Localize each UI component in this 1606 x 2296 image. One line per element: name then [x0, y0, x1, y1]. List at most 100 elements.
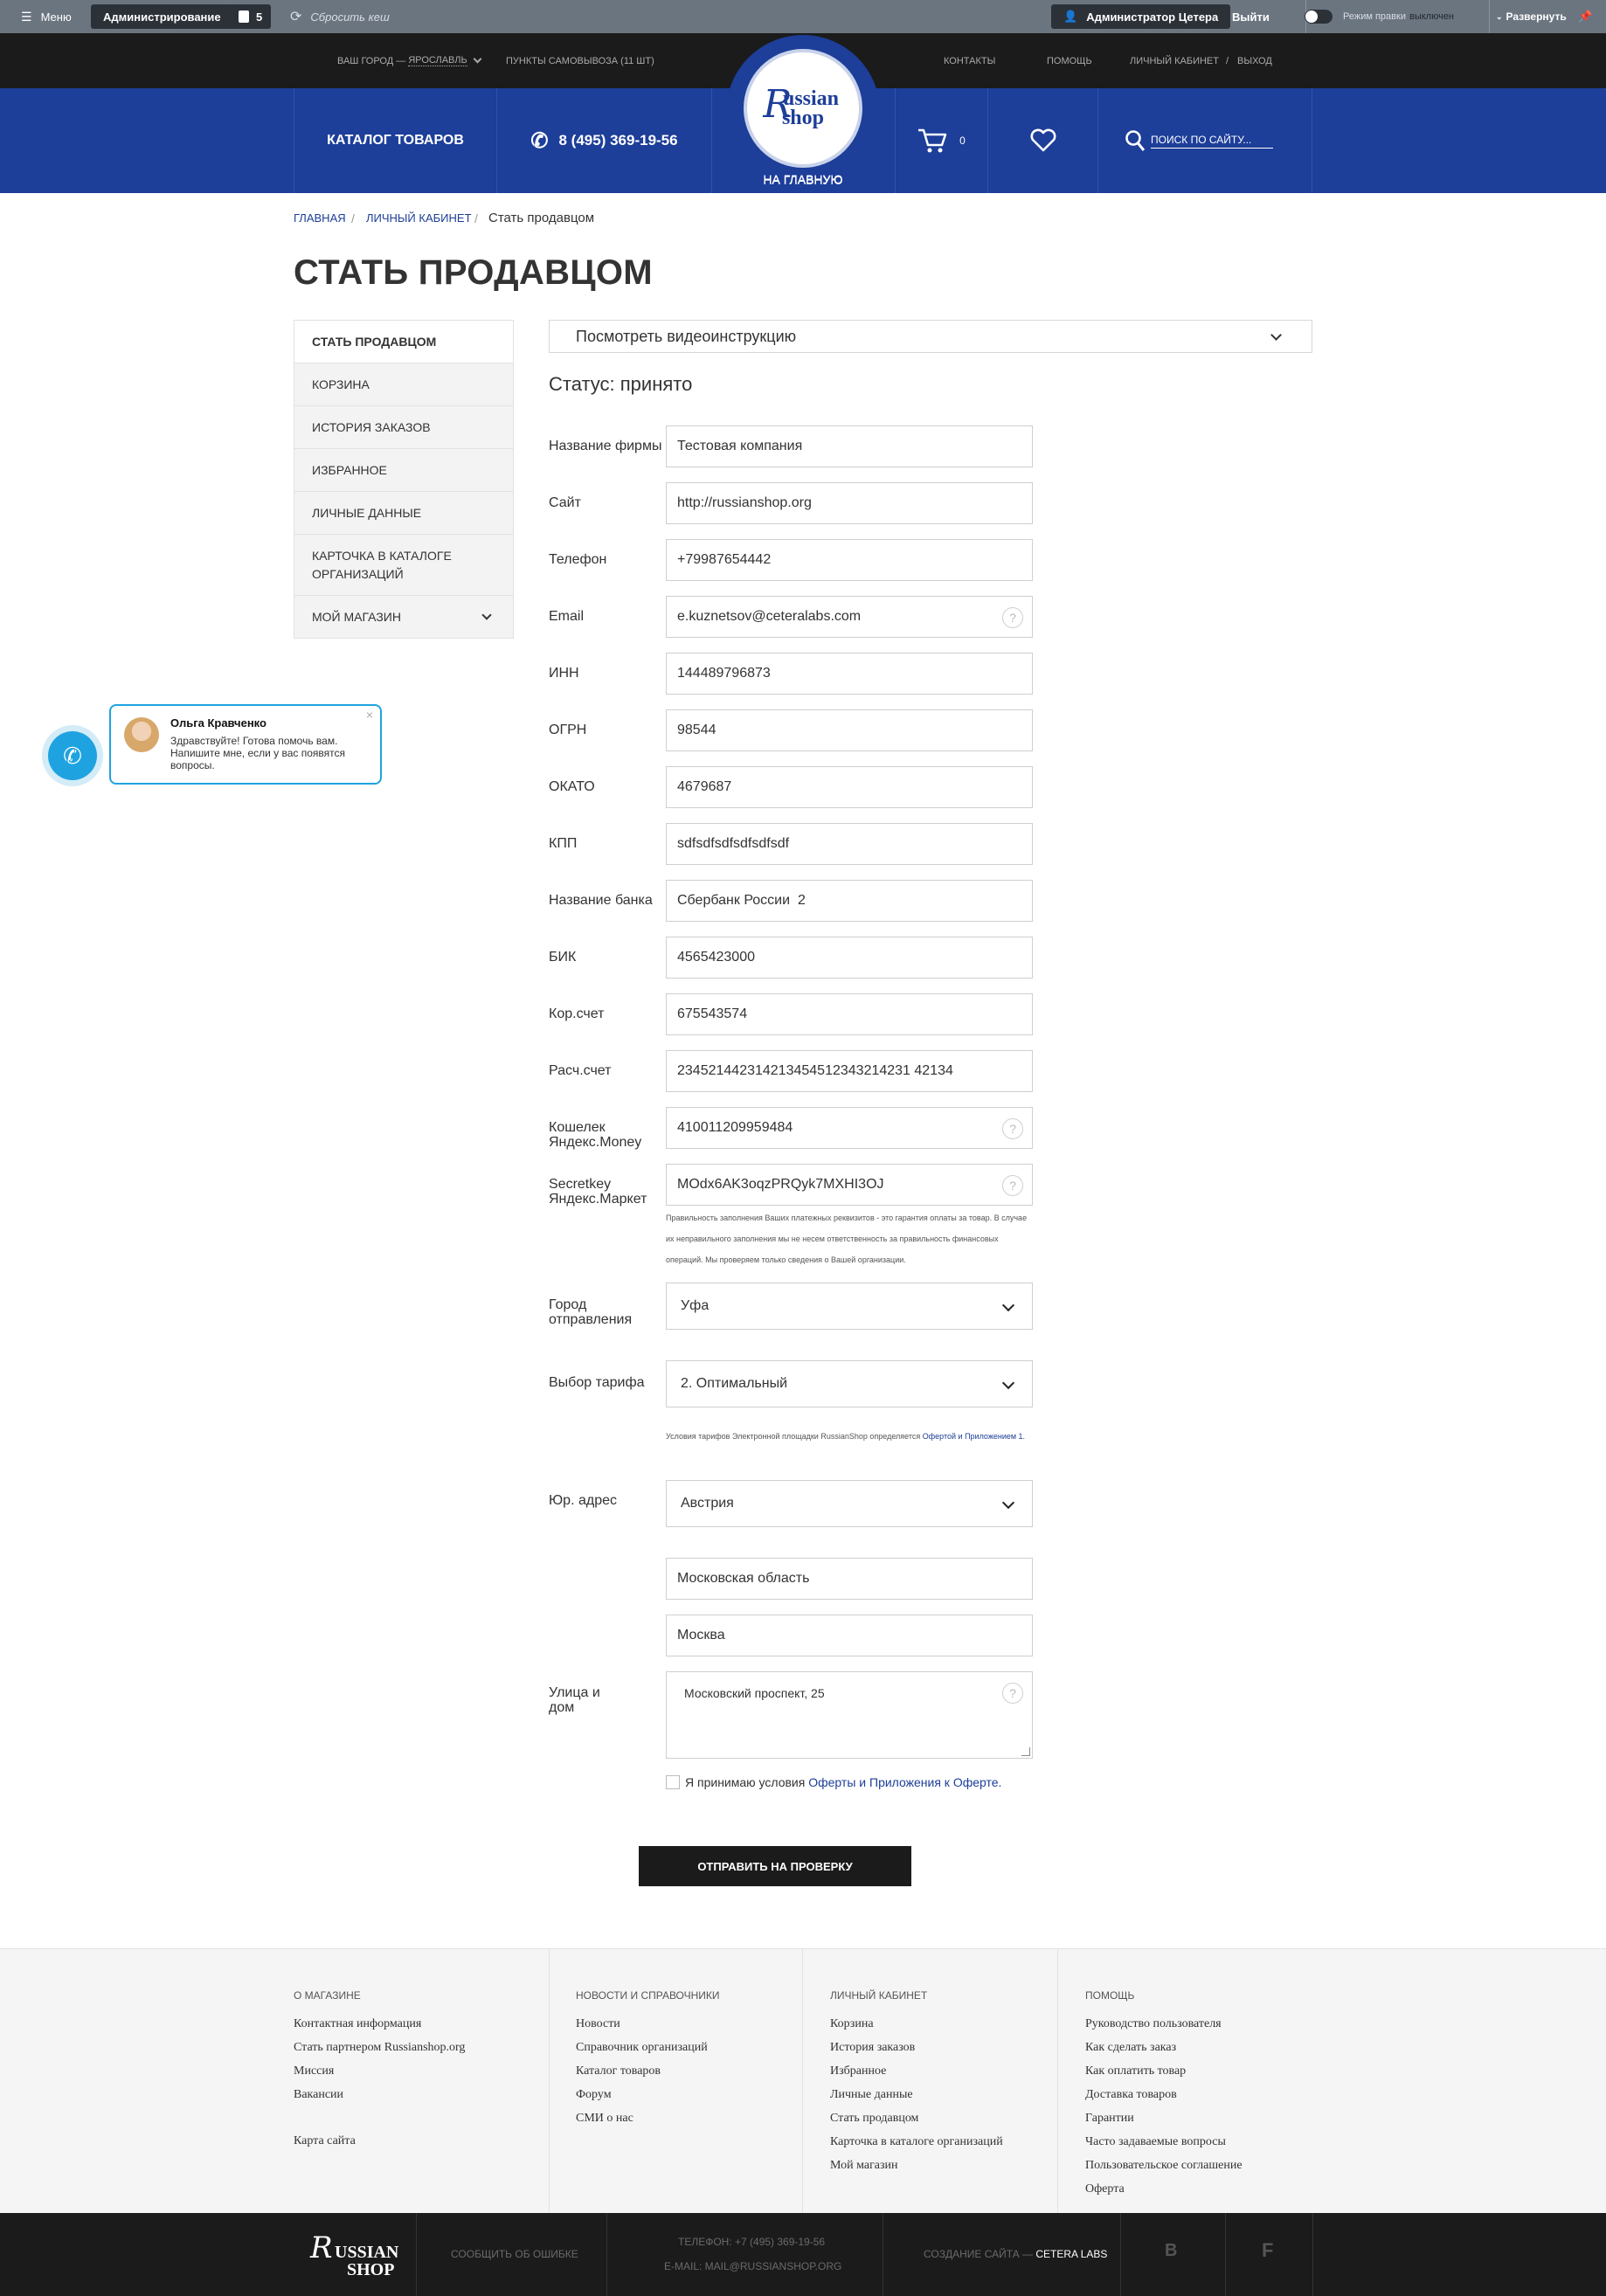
- email-value: e.kuznetsov@ceteralabs.com: [677, 609, 862, 624]
- footer-link[interactable]: Избранное: [830, 2064, 886, 2078]
- pin-icon[interactable]: 📌: [1578, 0, 1592, 33]
- sidebar-item-my-shop[interactable]: Мой магазин: [294, 596, 513, 638]
- vk-icon[interactable]: B: [1165, 2241, 1177, 2261]
- city-selector[interactable]: Ваш город — Ярославль: [337, 33, 482, 88]
- favorites-button[interactable]: [987, 88, 1097, 193]
- chat-call-button[interactable]: ✆: [42, 725, 103, 786]
- tariff-select[interactable]: 2. Оптимальный: [666, 1360, 1033, 1407]
- admin-menu-button[interactable]: ☰ Меню: [21, 0, 72, 33]
- created-by[interactable]: Создание сайта — Cetera Labs: [924, 2248, 1107, 2260]
- catalog-button[interactable]: Каталог товаров: [294, 88, 496, 193]
- notifications-button[interactable]: 5: [230, 4, 272, 29]
- inn-field[interactable]: 144489796873: [666, 653, 1033, 695]
- footer-link[interactable]: СМИ о нас: [576, 2112, 633, 2126]
- breadcrumb-account[interactable]: Личный кабинет: [366, 211, 472, 225]
- footer-link[interactable]: Как оплатить товар: [1085, 2064, 1186, 2078]
- yandex-money-label: Кошелек Яндекс.Money: [549, 1120, 642, 1150]
- footer-link[interactable]: Личные данные: [830, 2088, 913, 2102]
- sidebar-item-cart[interactable]: Корзина: [294, 363, 513, 406]
- logout-button[interactable]: Выйти: [1232, 0, 1270, 33]
- close-icon[interactable]: ×: [366, 708, 373, 722]
- video-instruction-dropdown[interactable]: Посмотреть видеоинструкцию: [549, 320, 1312, 353]
- footer-link[interactable]: Как сделать заказ: [1085, 2041, 1176, 2055]
- country-select[interactable]: Австрия: [666, 1480, 1033, 1527]
- expand-button[interactable]: ⌄ Развернуть: [1496, 0, 1567, 33]
- footer-link[interactable]: Часто задаваемые вопросы: [1085, 2135, 1226, 2149]
- phone-field[interactable]: +79987654442: [666, 539, 1033, 581]
- street-value: Московский проспект, 25: [684, 1686, 825, 1700]
- logout-link[interactable]: Выход: [1237, 33, 1272, 88]
- yandex-money-field[interactable]: 410011209959484?: [666, 1107, 1033, 1149]
- footer-link[interactable]: Мой магазин: [830, 2159, 898, 2173]
- corr-account-field[interactable]: 675543574: [666, 993, 1033, 1035]
- okato-field[interactable]: 4679687: [666, 766, 1033, 808]
- footer-link[interactable]: Стать партнером Russianshop.org: [294, 2041, 465, 2055]
- footer-link[interactable]: Стать продавцом: [830, 2112, 918, 2126]
- logo[interactable]: R ussian shop: [726, 35, 880, 189]
- footer-logo[interactable]: R ussian shop: [310, 2230, 398, 2279]
- bank-name-field[interactable]: Сбербанк России 2: [666, 880, 1033, 922]
- admin-user-button[interactable]: 👤 Администратор Цетера: [1051, 4, 1231, 29]
- footer-email[interactable]: E-mail: mail@russianshop.org: [664, 2260, 841, 2272]
- breadcrumb-home[interactable]: Главная: [294, 211, 346, 225]
- footer-link[interactable]: Карта сайта: [294, 2134, 356, 2148]
- help-icon[interactable]: ?: [1002, 1118, 1023, 1139]
- footer-link[interactable]: Форум: [576, 2088, 612, 2102]
- footer-link[interactable]: Миссия: [294, 2064, 334, 2078]
- pickup-points-link[interactable]: Пункты самовывоза (11 шт): [506, 33, 654, 88]
- submit-button[interactable]: Отправить на проверку: [639, 1846, 911, 1886]
- help-icon[interactable]: ?: [1002, 1175, 1023, 1196]
- bik-field[interactable]: 4565423000: [666, 937, 1033, 979]
- search-input[interactable]: Поиск по сайту...: [1151, 134, 1273, 149]
- ship-city-select[interactable]: Уфа: [666, 1283, 1033, 1330]
- search-icon[interactable]: [1125, 129, 1146, 152]
- edit-mode-toggle[interactable]: [1305, 10, 1333, 24]
- tariff-note-link[interactable]: Офертой и Приложением 1.: [923, 1432, 1025, 1441]
- footer-link[interactable]: Справочник организаций: [576, 2041, 708, 2055]
- help-icon[interactable]: ?: [1002, 1683, 1023, 1704]
- contacts-link[interactable]: Контакты: [944, 33, 995, 88]
- account-link[interactable]: Личный кабинет: [1130, 33, 1219, 88]
- footer-link[interactable]: Корзина: [830, 2017, 874, 2031]
- kpp-field[interactable]: sdfsdfsdfsdfsdfsdf: [666, 823, 1033, 865]
- footer-link[interactable]: Руководство пользователя: [1085, 2017, 1222, 2031]
- reset-cache-button[interactable]: ⟳ Сбросить кеш: [290, 0, 390, 33]
- footer-link[interactable]: Карточка в каталоге организаций: [830, 2135, 1003, 2149]
- footer-link[interactable]: Оферта: [1085, 2182, 1125, 2196]
- sidebar-item-org-card[interactable]: Карточка в каталоге организаций: [294, 535, 513, 596]
- region-field[interactable]: Московская область: [666, 1558, 1033, 1600]
- footer-link[interactable]: Вакансии: [294, 2088, 343, 2102]
- yandex-market-field[interactable]: MOdx6AK3oqzPRQyk7MXHI3OJ?: [666, 1164, 1033, 1206]
- sidebar-item-become-seller[interactable]: Стать продавцом: [294, 321, 513, 363]
- cart-button[interactable]: 0: [895, 88, 987, 193]
- facebook-icon[interactable]: f: [1262, 2239, 1273, 2262]
- report-error-link[interactable]: Сообщить об ошибке: [451, 2248, 578, 2260]
- sidebar-item-orders[interactable]: История заказов: [294, 406, 513, 449]
- help-icon[interactable]: ?: [1002, 607, 1023, 628]
- offer-link[interactable]: Оферты: [808, 1775, 855, 1789]
- chat-popup[interactable]: Ольга Кравченко Здравствуйте! Готова пом…: [109, 704, 382, 785]
- appendix-link[interactable]: Приложения к Оферте.: [869, 1775, 1001, 1789]
- site-field[interactable]: http://russianshop.org: [666, 482, 1033, 524]
- footer-link[interactable]: История заказов: [830, 2041, 915, 2055]
- header-phone[interactable]: ✆ 8 (495) 369-19-56: [496, 88, 711, 193]
- ogrn-field[interactable]: 98544: [666, 709, 1033, 751]
- footer-link[interactable]: Гарантии: [1085, 2112, 1134, 2126]
- city-field[interactable]: Москва: [666, 1615, 1033, 1656]
- help-link[interactable]: Помощь: [1047, 33, 1092, 88]
- resize-handle-icon[interactable]: [1021, 1747, 1030, 1756]
- footer-link[interactable]: Доставка товаров: [1085, 2088, 1177, 2102]
- company-name-field[interactable]: Тестовая компания: [666, 425, 1033, 467]
- footer-link[interactable]: Контактная информация: [294, 2017, 421, 2031]
- footer-link[interactable]: Каталог товаров: [576, 2064, 661, 2078]
- footer-link[interactable]: Новости: [576, 2017, 620, 2031]
- sidebar-item-favorites[interactable]: Избранное: [294, 449, 513, 492]
- administration-button[interactable]: Администрирование: [91, 4, 233, 29]
- sidebar-item-personal-data[interactable]: Личные данные: [294, 492, 513, 535]
- footer-link[interactable]: Пользовательское соглашение: [1085, 2159, 1243, 2173]
- email-field[interactable]: e.kuznetsov@ceteralabs.com?: [666, 596, 1033, 638]
- agree-checkbox[interactable]: [666, 1775, 680, 1789]
- street-textarea[interactable]: Московский проспект, 25 ?: [666, 1671, 1033, 1759]
- search-box[interactable]: Поиск по сайту...: [1097, 88, 1312, 193]
- settlement-account-field[interactable]: 234521442314213454512343214231 42134: [666, 1050, 1033, 1092]
